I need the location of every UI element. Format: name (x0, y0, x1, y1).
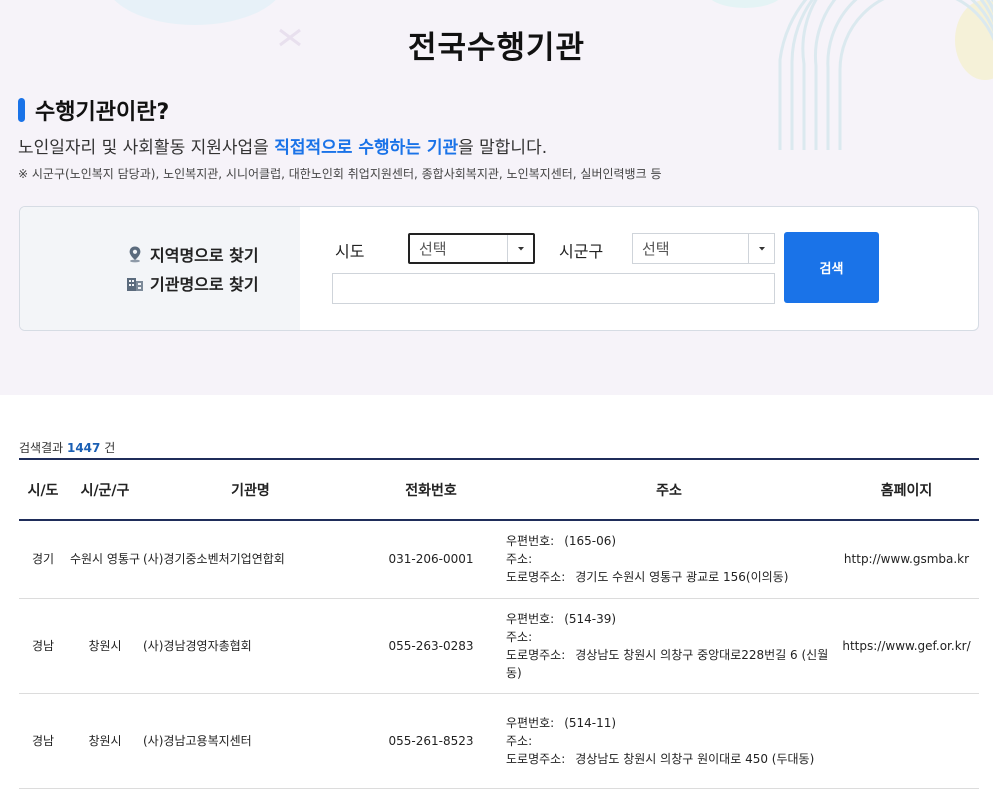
header-homepage: 홈페이지 (834, 458, 979, 521)
address-addr-line: 주소: (506, 732, 834, 750)
cell-sigungu: 창원시 (67, 693, 143, 789)
sido-select[interactable]: 선택 (408, 233, 535, 264)
sigungu-label: 시군구 (559, 242, 604, 261)
cell-phone: 055-263-0283 (358, 598, 504, 694)
header-address: 주소 (504, 458, 834, 521)
addr-label: 주소: (506, 552, 533, 567)
table-row[interactable]: 경남 창원시 (사)경남고용복지센터 055-261-8523 우편번호: (51… (19, 693, 979, 789)
table-row[interactable]: 경기 수원시 영통구 (사)경기중소벤처기업연합회 031-206-0001 우… (19, 520, 979, 599)
desc-text-end: 을 말합니다. (458, 138, 548, 158)
zip-value: (514-39) (564, 611, 617, 626)
title-accent-bar (18, 98, 25, 122)
cell-homepage[interactable]: https://www.gef.or.kr/ (834, 598, 979, 694)
address-road-line: 도로명주소: 경상남도 창원시 의창구 원이대로 450 (두대동) (506, 750, 834, 768)
address-road-line: 도로명주소: 경기도 수원시 영통구 광교로 156(이의동) (506, 568, 834, 586)
addr-label: 주소: (506, 733, 533, 748)
sigungu-select[interactable]: 선택 (632, 233, 775, 264)
header-sigungu: 시/군/구 (67, 458, 143, 521)
road-value: 경상남도 창원시 의창구 원이대로 450 (두대동) (575, 751, 815, 766)
location-pin-icon (126, 245, 144, 263)
search-panel: 지역명으로 찾기 기관명으로 찾기 시도 선택 시군구 선택 검색 (19, 206, 979, 331)
cell-sigungu: 창원시 (67, 598, 143, 694)
desc-text: 노인일자리 및 사회활동 지원사업을 (18, 138, 275, 158)
page-title: 전국수행기관 (407, 30, 586, 66)
cell-homepage[interactable]: http://www.gsmba.kr (834, 520, 979, 599)
intro-note: ※ 시군구(노인복지 담당과), 노인복지관, 시니어클럽, 대한노인회 취업지… (18, 167, 662, 181)
result-count-number: 1447 (66, 441, 101, 455)
zip-label: 우편번호: (506, 611, 555, 626)
road-label: 도로명주소: (506, 751, 566, 766)
cell-address: 우편번호: (514-39) 주소: 도로명주소: 경상남도 창원시 의창구 중앙대… (504, 598, 834, 694)
cell-name: (사)경남경영자총협회 (143, 598, 358, 694)
cell-name: (사)경기중소벤처기업연합회 (143, 520, 358, 599)
cell-phone: 031-206-0001 (358, 520, 504, 599)
cell-address: 우편번호: (514-11) 주소: 도로명주소: 경상남도 창원시 의창구 원이대… (504, 693, 834, 789)
building-icon (126, 274, 144, 292)
sido-label: 시도 (335, 242, 365, 261)
desc-highlight: 직접적으로 수행하는 기관 (274, 138, 459, 158)
cell-phone: 055-261-8523 (358, 693, 504, 789)
road-label: 도로명주소: (506, 570, 566, 585)
address-zip-line: 우편번호: (165-06) (506, 532, 834, 550)
address-road-line: 도로명주소: 경상남도 창원시 의창구 중앙대로228번길 6 (신월동) (506, 646, 834, 682)
header-sido: 시/도 (19, 458, 67, 521)
table-row[interactable]: 경남 창원시 (사)경남경영자총협회 055-263-0283 우편번호: (51… (19, 598, 979, 694)
result-count: 검색결과 1447 건 (19, 439, 115, 456)
addr-label: 주소: (506, 629, 533, 644)
search-by-name-option[interactable]: 기관명으로 찾기 (126, 271, 259, 295)
chevron-down-icon (748, 234, 774, 263)
cell-sido: 경남 (19, 693, 67, 789)
search-by-region-label: 지역명으로 찾기 (150, 246, 259, 265)
header-phone: 전화번호 (358, 458, 504, 521)
section-title: 수행기관이란? (18, 94, 169, 126)
chevron-down-icon (507, 235, 533, 262)
cell-homepage[interactable] (834, 693, 979, 789)
cell-sido: 경남 (19, 598, 67, 694)
zip-label: 우편번호: (506, 715, 555, 730)
zip-label: 우편번호: (506, 534, 555, 549)
search-by-region-option[interactable]: 지역명으로 찾기 (126, 242, 259, 266)
result-count-prefix: 검색결과 (19, 441, 67, 455)
header-name: 기관명 (143, 458, 358, 521)
address-zip-line: 우편번호: (514-11) (506, 714, 834, 732)
intro-description: 노인일자리 및 사회활동 지원사업을 직접적으로 수행하는 기관을 말합니다. (18, 133, 547, 158)
search-type-panel (20, 207, 300, 330)
zip-value: (514-11) (564, 715, 617, 730)
road-label: 도로명주소: (506, 647, 566, 662)
cell-sigungu: 수원시 영통구 (67, 520, 143, 599)
results-table: 시/도 시/군/구 기관명 전화번호 주소 홈페이지 경기 수원시 영통구 (사… (19, 458, 979, 789)
cell-name: (사)경남고용복지센터 (143, 693, 358, 789)
zip-value: (165-06) (564, 534, 617, 549)
result-count-suffix: 건 (100, 441, 116, 455)
road-value: 경기도 수원시 영통구 광교로 156(이의동) (575, 570, 789, 585)
sido-select-value: 선택 (419, 240, 447, 258)
cell-sido: 경기 (19, 520, 67, 599)
address-addr-line: 주소: (506, 628, 834, 646)
address-addr-line: 주소: (506, 550, 834, 568)
search-button[interactable]: 검색 (784, 232, 879, 303)
section-title-text: 수행기관이란? (35, 100, 170, 125)
address-zip-line: 우편번호: (514-39) (506, 610, 834, 628)
search-by-name-label: 기관명으로 찾기 (150, 275, 259, 294)
cell-address: 우편번호: (165-06) 주소: 도로명주소: 경기도 수원시 영통구 광교로 … (504, 520, 834, 599)
table-header-row: 시/도 시/군/구 기관명 전화번호 주소 홈페이지 (19, 458, 979, 521)
institution-name-input[interactable] (332, 273, 775, 304)
sigungu-select-value: 선택 (642, 240, 670, 258)
